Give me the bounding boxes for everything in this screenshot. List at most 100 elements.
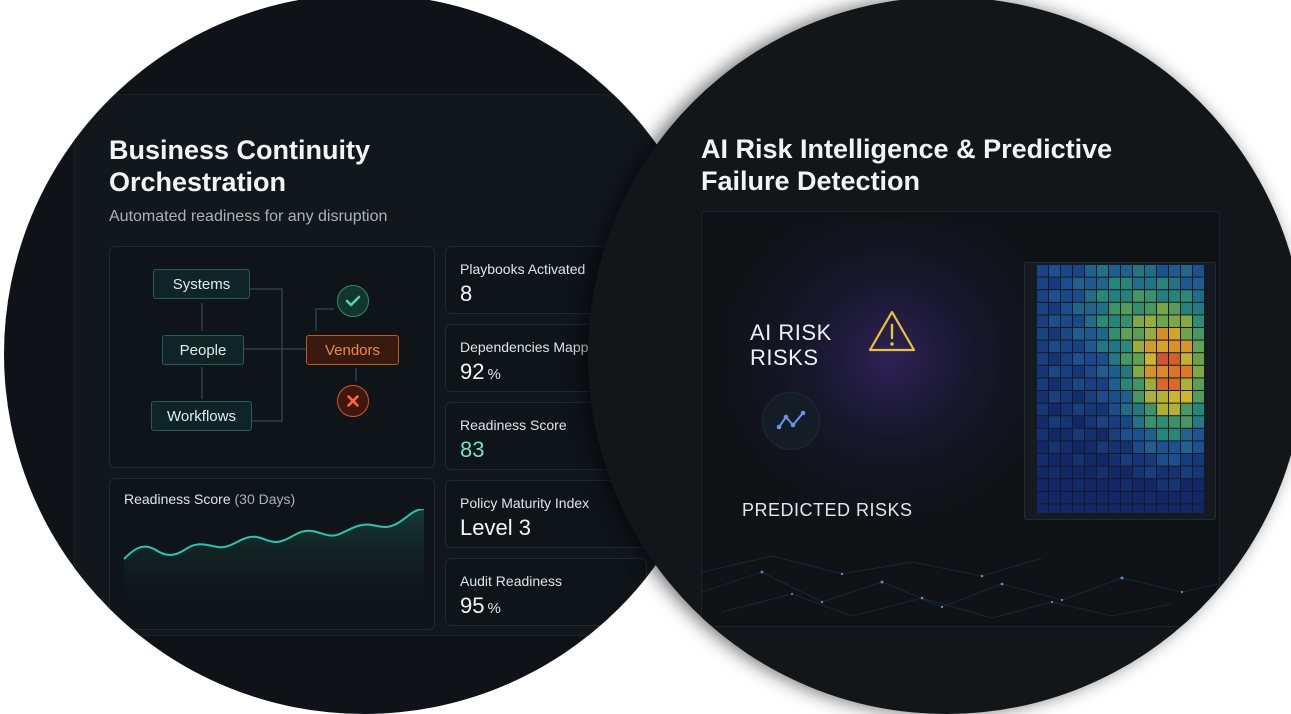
heatmap-cell	[1169, 479, 1180, 491]
heatmap-cell	[1133, 504, 1144, 513]
heatmap-cell	[1109, 428, 1120, 441]
heatmap-cell	[1073, 504, 1084, 513]
heatmap-cell	[1133, 454, 1144, 466]
heatmap-cell	[1169, 265, 1180, 277]
heatmap-cell	[1169, 466, 1180, 479]
heatmap-cell	[1073, 353, 1084, 365]
heatmap-cell	[1073, 328, 1084, 340]
heatmap-cell	[1169, 428, 1180, 441]
heatmap-cell	[1061, 365, 1072, 378]
heatmap-cell	[1145, 353, 1156, 365]
metric-label: Audit Readiness	[460, 573, 562, 589]
heatmap-cell	[1097, 466, 1108, 479]
heatmap-cell	[1061, 479, 1072, 491]
heatmap-cell	[1157, 504, 1168, 513]
heatmap-cell	[1157, 365, 1168, 378]
heatmap-cell	[1169, 403, 1180, 416]
heatmap-cell	[1181, 479, 1192, 491]
panel-subtitle: Automated readiness for any disruption	[109, 208, 388, 225]
node-people[interactable]: People	[162, 335, 244, 365]
panel-title: AI Risk Intelligence & Predictive Failur…	[701, 133, 1112, 197]
heatmap-cell	[1133, 428, 1144, 441]
title-line-1: Business Continuity	[109, 135, 371, 165]
heatmap-cell	[1085, 365, 1096, 378]
heatmap-cell	[1061, 416, 1072, 428]
heatmap-cell	[1193, 353, 1204, 365]
heatmap-cell	[1169, 491, 1180, 504]
heatmap-cell	[1073, 391, 1084, 403]
heatmap-cell	[1085, 302, 1096, 315]
heatmap-cell	[1181, 302, 1192, 315]
metric-audit-readiness: Audit Readiness 95%	[445, 558, 647, 626]
heatmap-cell	[1109, 265, 1120, 277]
chart-period: (30 Days)	[234, 491, 296, 507]
readiness-sparkline	[123, 509, 425, 619]
heatmap-cell	[1121, 265, 1132, 277]
heatmap-cell	[1181, 391, 1192, 403]
heatmap-cell	[1109, 454, 1120, 466]
heatmap-cell	[1193, 491, 1204, 504]
heatmap-cell	[1133, 315, 1144, 327]
heatmap-cell	[1169, 315, 1180, 327]
heatmap-cell	[1157, 416, 1168, 428]
heatmap-cell	[1049, 428, 1060, 441]
heatmap-cell	[1085, 353, 1096, 365]
heatmap-cell	[1193, 290, 1204, 302]
heatmap-cell	[1085, 265, 1096, 277]
heatmap-cell	[1097, 265, 1108, 277]
heatmap-cell	[1181, 353, 1192, 365]
heatmap-cell	[1157, 328, 1168, 340]
heatmap-cell	[1097, 441, 1108, 453]
node-systems[interactable]: Systems	[153, 269, 250, 299]
metric-value: Level 3	[460, 515, 531, 540]
heatmap-cell	[1157, 315, 1168, 327]
heatmap-cell	[1049, 504, 1060, 513]
heatmap-cell	[1073, 378, 1084, 390]
risk-heading-line-1: AI RISK	[750, 320, 832, 345]
metric-value-wrap: 83	[460, 437, 484, 463]
heatmap-cell	[1157, 290, 1168, 302]
heatmap-cell	[1121, 454, 1132, 466]
heatmap-cell	[1193, 378, 1204, 390]
node-workflows-label: Workflows	[167, 407, 236, 425]
heatmap-cell	[1037, 504, 1048, 513]
metric-value: 83	[460, 437, 485, 462]
heatmap-cell	[1061, 466, 1072, 479]
heatmap-cell	[1157, 428, 1168, 441]
trend-icon[interactable]	[762, 392, 820, 450]
heatmap-cell	[1037, 378, 1048, 390]
node-workflows[interactable]: Workflows	[151, 401, 252, 431]
heatmap-cell	[1181, 315, 1192, 327]
check-icon	[337, 285, 369, 317]
heatmap-cell	[1085, 315, 1096, 327]
heatmap-cell	[1073, 466, 1084, 479]
heatmap-cell	[1193, 302, 1204, 315]
heatmap-cell	[1121, 479, 1132, 491]
heatmap-cell	[1193, 479, 1204, 491]
heatmap-cell	[1181, 491, 1192, 504]
heatmap-cell	[1133, 340, 1144, 353]
heatmap-cell	[1037, 479, 1048, 491]
heatmap-cell	[1181, 265, 1192, 277]
heatmap-cell	[1037, 302, 1048, 315]
heatmap-cell	[1037, 428, 1048, 441]
heatmap-cell	[1121, 277, 1132, 290]
heatmap-cell	[1049, 328, 1060, 340]
heatmap-cell	[1133, 479, 1144, 491]
heatmap-cell	[1193, 454, 1204, 466]
heatmap-cell	[1097, 378, 1108, 390]
heatmap-cell	[1169, 328, 1180, 340]
heatmap-cell	[1157, 277, 1168, 290]
heatmap-cell	[1109, 466, 1120, 479]
heatmap-cell	[1037, 328, 1048, 340]
metric-value: 95	[460, 593, 485, 618]
heatmap-cell	[1097, 277, 1108, 290]
heatmap-cell	[1193, 315, 1204, 327]
risk-heading-line-2: RISKS	[750, 345, 819, 370]
heatmap-cell	[1097, 315, 1108, 327]
heatmap-cell	[1049, 277, 1060, 290]
node-vendors[interactable]: Vendors	[306, 335, 399, 365]
heatmap-cell	[1085, 277, 1096, 290]
heatmap-cell	[1133, 378, 1144, 390]
heatmap-cell	[1121, 290, 1132, 302]
